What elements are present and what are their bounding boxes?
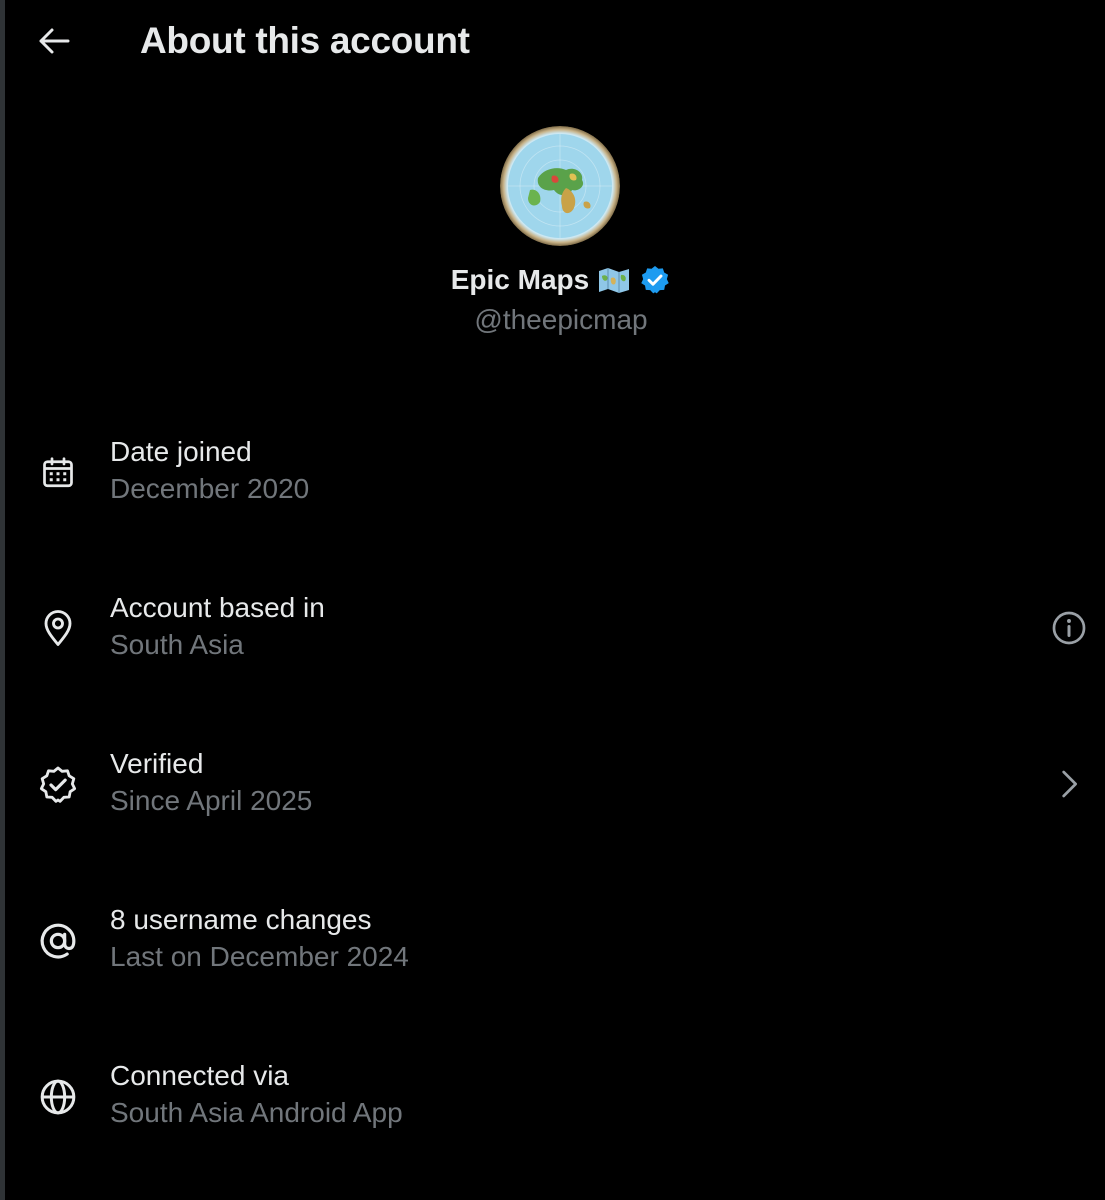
- row-label: Verified: [110, 748, 204, 779]
- info-button[interactable]: [1049, 608, 1089, 648]
- account-handle: @theepicmap: [474, 304, 648, 335]
- row-label: 8 username changes: [110, 904, 372, 935]
- globe-icon: [35, 1074, 81, 1120]
- info-icon: [1052, 611, 1086, 645]
- page-title: About this account: [140, 20, 470, 61]
- row-date-joined: Date joined December 2020: [5, 420, 1105, 540]
- avatar[interactable]: [500, 126, 620, 246]
- back-button[interactable]: [28, 18, 80, 64]
- profile-name-row: Epic Maps: [0, 260, 1105, 300]
- row-verified[interactable]: Verified Since April 2025: [5, 732, 1105, 852]
- row-value: December 2020: [110, 473, 310, 504]
- verified-check-icon: [35, 762, 81, 808]
- row-label: Connected via: [110, 1060, 290, 1091]
- row-value: South Asia Android App: [110, 1097, 403, 1128]
- row-value: Last on December 2024: [110, 941, 409, 972]
- row-label: Account based in: [110, 592, 325, 623]
- row-label: Date joined: [110, 436, 252, 467]
- world-map-icon: [599, 268, 630, 293]
- row-value: Since April 2025: [110, 785, 313, 816]
- row-account-based-in: Account based in South Asia: [5, 576, 1105, 696]
- location-pin-icon: [35, 605, 81, 651]
- row-value: South Asia: [110, 629, 244, 660]
- display-name: Epic Maps: [450, 264, 590, 295]
- globe-map-avatar: [500, 126, 620, 246]
- header: About this account: [0, 0, 1105, 84]
- calendar-icon: [35, 450, 81, 496]
- verified-badge-icon: [641, 266, 669, 294]
- chevron-right-icon: [1062, 770, 1077, 798]
- chevron-right-button[interactable]: [1049, 764, 1089, 804]
- arrow-left-icon: [39, 28, 70, 54]
- row-username-changes: 8 username changes Last on December 2024: [5, 888, 1105, 1008]
- row-connected-via: Connected via South Asia Android App: [5, 1044, 1105, 1164]
- at-sign-icon: [35, 918, 81, 964]
